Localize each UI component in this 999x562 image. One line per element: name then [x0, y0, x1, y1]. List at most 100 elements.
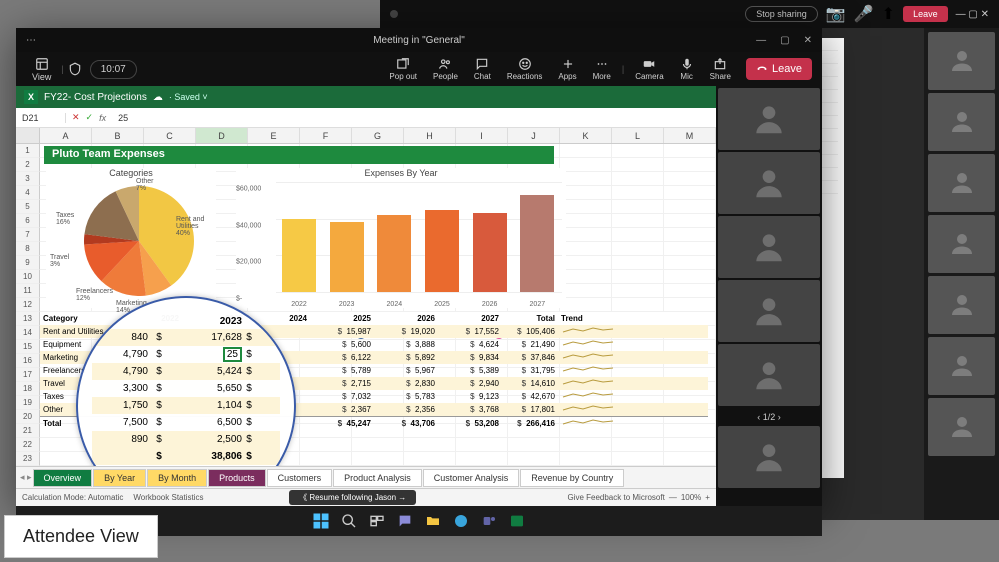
camera-icon[interactable]: 📷 [826, 4, 846, 24]
video-tile[interactable] [718, 344, 820, 406]
video-tile[interactable] [928, 32, 995, 90]
select-all-corner[interactable] [16, 128, 40, 143]
more-icon[interactable]: ⋯ [26, 35, 36, 46]
tab-by-year[interactable]: By Year [93, 469, 146, 487]
worksheet[interactable]: 1234567891011121314151617181920212223242… [16, 144, 716, 466]
share-icon[interactable]: ⬆ [882, 4, 895, 24]
row-header[interactable]: 14 [16, 326, 40, 340]
row-header[interactable]: 18 [16, 382, 40, 396]
row-header[interactable]: 23 [16, 452, 40, 466]
row-header[interactable]: 12 [16, 298, 40, 312]
video-tile[interactable] [928, 154, 995, 212]
cell-total[interactable]: $ 21,490 [502, 338, 558, 351]
calc-mode[interactable]: Calculation Mode: Automatic [22, 493, 123, 502]
cell-value[interactable]: $ 15,987 [310, 325, 374, 338]
formula-bar[interactable]: D21 ✕ ✓ fx 25 [16, 108, 716, 128]
cell-value[interactable]: $ 9,834 [438, 351, 502, 364]
file-name[interactable]: FY22- Cost Projections [44, 92, 147, 103]
tab-product-analysis[interactable]: Product Analysis [333, 469, 422, 487]
row-header[interactable]: 4 [16, 186, 40, 200]
tab-customer-analysis[interactable]: Customer Analysis [423, 469, 520, 487]
excel-taskbar-icon[interactable] [507, 511, 527, 531]
row-header[interactable]: 13 [16, 312, 40, 326]
col-header[interactable]: C [144, 128, 196, 143]
col-header[interactable]: A [40, 128, 92, 143]
cell-value[interactable]: $ 53,208 [438, 417, 502, 429]
people-button[interactable]: People [426, 57, 465, 81]
chat-button[interactable]: Chat [467, 57, 498, 81]
bg-leave-button[interactable]: Leave [903, 6, 948, 22]
cell-total[interactable]: $ 31,795 [502, 364, 558, 377]
start-icon[interactable] [311, 511, 331, 531]
cell-total[interactable]: $ 37,846 [502, 351, 558, 364]
row-header[interactable]: 6 [16, 214, 40, 228]
cell-value[interactable]: $ 3,888 [374, 338, 438, 351]
video-tile[interactable] [718, 88, 820, 150]
tab-nav-icon[interactable]: ◂ ▸ [20, 472, 32, 483]
cell-total[interactable]: $ 105,406 [502, 325, 558, 338]
col-header[interactable]: F [300, 128, 352, 143]
cell-value[interactable]: $ 45,247 [310, 417, 374, 429]
search-icon[interactable] [339, 511, 359, 531]
row-header[interactable]: 10 [16, 270, 40, 284]
row-header[interactable]: 19 [16, 396, 40, 410]
cell-value[interactable]: $ 2,715 [310, 377, 374, 390]
cell-total[interactable]: $ 42,670 [502, 390, 558, 403]
reactions-button[interactable]: Reactions [500, 57, 550, 81]
formula-value[interactable]: 25 [112, 113, 134, 123]
cell-value[interactable]: $ 6,122 [310, 351, 374, 364]
cell-total[interactable]: $ 266,416 [502, 417, 558, 429]
cell-value[interactable]: $ 19,020 [374, 325, 438, 338]
column-headers[interactable]: ABCDEFGHIJKLM [16, 128, 716, 144]
chat-icon[interactable] [395, 511, 415, 531]
row-header[interactable]: 16 [16, 354, 40, 368]
cell-total[interactable]: $ 17,801 [502, 403, 558, 416]
video-tile[interactable] [718, 280, 820, 342]
video-tile[interactable] [718, 152, 820, 214]
cell-value[interactable]: $ 5,892 [374, 351, 438, 364]
view-button[interactable]: View [26, 57, 57, 82]
col-header[interactable]: H [404, 128, 456, 143]
edge-icon[interactable] [451, 511, 471, 531]
mic-icon[interactable]: 🎤 [854, 4, 874, 24]
sheet-tabs[interactable]: ◂ ▸ Overview By Year By Month Products C… [16, 466, 716, 488]
video-tile[interactable] [928, 93, 995, 151]
tab-by-month[interactable]: By Month [147, 469, 207, 487]
cell-value[interactable]: $ 5,600 [310, 338, 374, 351]
row-header[interactable]: 20 [16, 410, 40, 424]
stop-sharing-button[interactable]: Stop sharing [745, 6, 818, 22]
cell-value[interactable]: $ 5,967 [374, 364, 438, 377]
maximize-button[interactable]: ▢ [780, 35, 789, 46]
cell-value[interactable]: $ 9,123 [438, 390, 502, 403]
tab-products[interactable]: Products [208, 469, 266, 487]
col-header[interactable]: E [248, 128, 300, 143]
row-header[interactable]: 1 [16, 144, 40, 158]
col-header[interactable]: D [196, 128, 248, 143]
col-header[interactable]: L [612, 128, 664, 143]
row-header[interactable]: 11 [16, 284, 40, 298]
row-header[interactable]: 3 [16, 172, 40, 186]
cell-value[interactable]: $ 17,552 [438, 325, 502, 338]
row-header[interactable]: 21 [16, 424, 40, 438]
more-button[interactable]: More [586, 57, 618, 81]
cell-value[interactable]: $ 5,389 [438, 364, 502, 377]
video-tile[interactable] [928, 398, 995, 456]
feedback-link[interactable]: Give Feedback to Microsoft [567, 493, 664, 502]
video-tile[interactable] [718, 216, 820, 278]
cell-value[interactable]: $ 2,830 [374, 377, 438, 390]
confirm-icon[interactable]: ✓ [86, 112, 94, 123]
video-tile[interactable] [928, 276, 995, 334]
resume-following-button[interactable]: 《 Resume following Jason → [289, 490, 416, 505]
explorer-icon[interactable] [423, 511, 443, 531]
tab-revenue[interactable]: Revenue by Country [520, 469, 624, 487]
close-button[interactable]: ✕ [804, 35, 812, 46]
col-header[interactable]: J [508, 128, 560, 143]
name-box[interactable]: D21 [16, 113, 66, 123]
video-tile[interactable] [928, 337, 995, 395]
task-view-icon[interactable] [367, 511, 387, 531]
cell-value[interactable]: $ 5,789 [310, 364, 374, 377]
cell-value[interactable]: $ 43,706 [374, 417, 438, 429]
camera-button[interactable]: Camera [628, 57, 670, 81]
tab-customers[interactable]: Customers [267, 469, 333, 487]
editing-cell[interactable]: 25 [223, 347, 242, 362]
